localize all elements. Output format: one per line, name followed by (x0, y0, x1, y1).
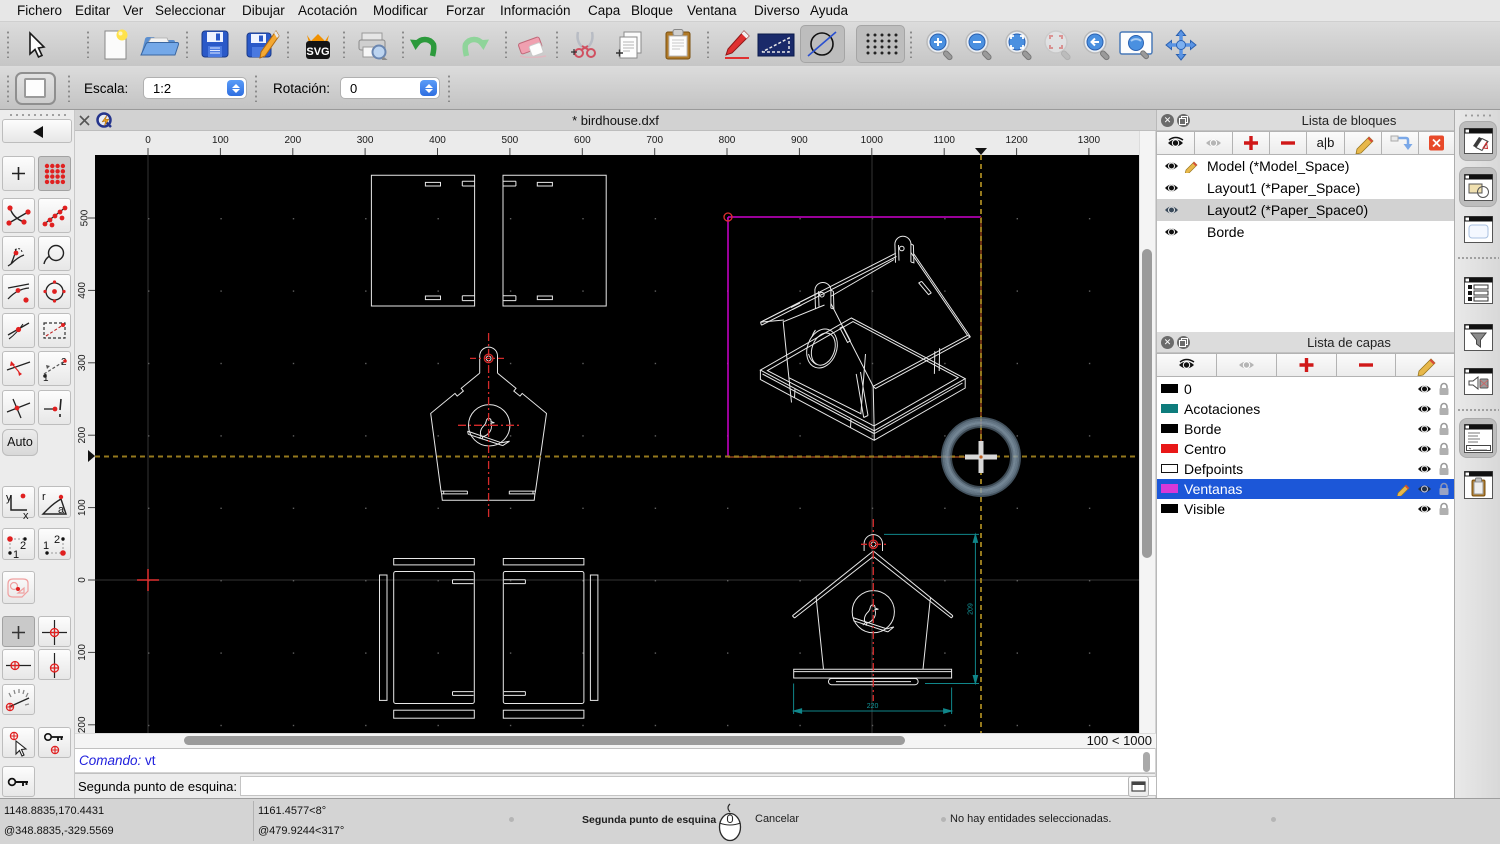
svg-text:209: 209 (968, 603, 975, 615)
svg-text:0: 0 (77, 577, 88, 583)
svg-text:200: 200 (77, 426, 88, 443)
svg-text:300: 300 (77, 354, 88, 371)
svg-text:400: 400 (77, 282, 88, 299)
svg-text:200: 200 (77, 716, 88, 733)
svg-text:1000: 1000 (861, 135, 884, 146)
svg-text:600: 600 (574, 135, 591, 146)
svg-text:2: 2 (61, 357, 67, 368)
svg-text:2: 2 (54, 534, 60, 546)
svg-text:100: 100 (77, 644, 88, 661)
svg-text:500: 500 (502, 135, 519, 146)
svg-text:a: a (58, 504, 65, 516)
svg-text:300: 300 (357, 135, 374, 146)
svg-text:500: 500 (80, 209, 91, 226)
svg-text:900: 900 (791, 135, 808, 146)
svg-text:200: 200 (284, 135, 301, 146)
svg-text:r: r (42, 491, 46, 503)
svg-text:0: 0 (145, 135, 151, 146)
svg-text:400: 400 (429, 135, 446, 146)
svg-text:1: 1 (43, 540, 49, 552)
svg-text:1: 1 (13, 549, 19, 561)
svg-text:1200: 1200 (1005, 135, 1028, 146)
svg-text:y: y (6, 492, 12, 504)
svg-text:100: 100 (77, 499, 88, 516)
svg-text:800: 800 (719, 135, 736, 146)
svg-text:700: 700 (646, 135, 663, 146)
svg-text:1100: 1100 (933, 135, 955, 146)
svg-text:2: 2 (20, 540, 26, 552)
svg-text:220: 220 (867, 703, 879, 710)
svg-text:SVG: SVG (306, 46, 329, 58)
svg-text:1300: 1300 (1078, 135, 1101, 146)
svg-text:100: 100 (212, 135, 229, 146)
svg-text:x: x (23, 510, 29, 520)
